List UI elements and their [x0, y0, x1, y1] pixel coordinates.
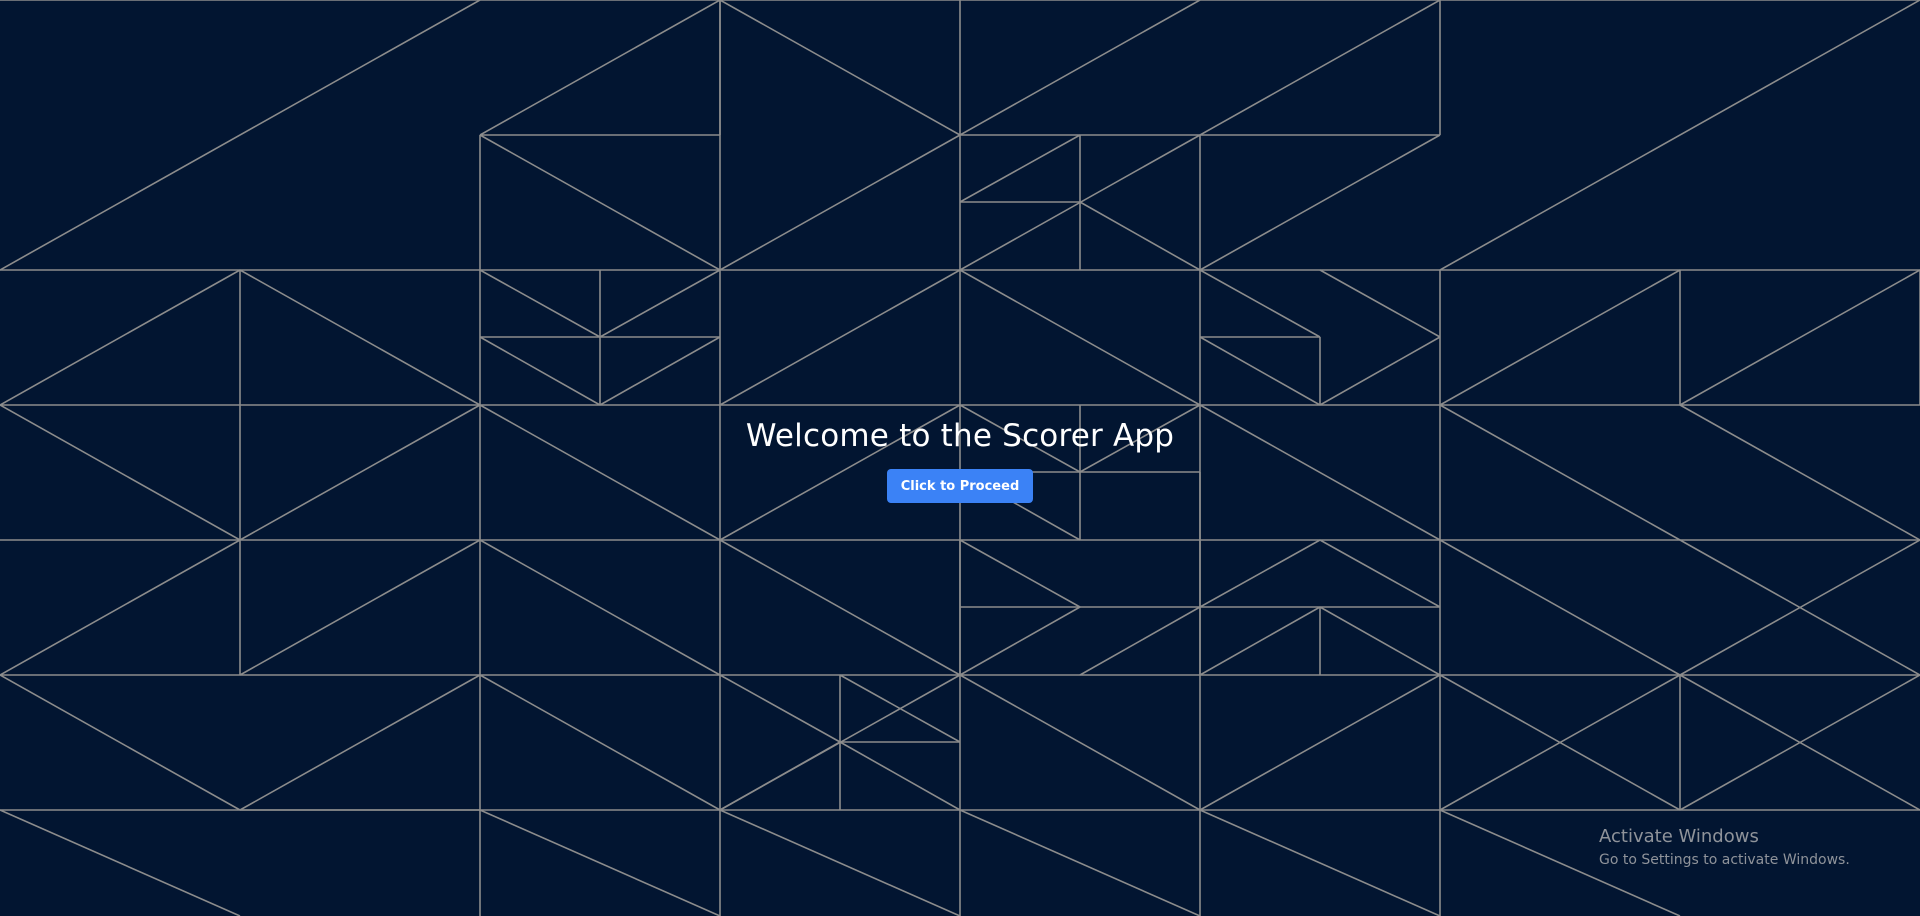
- pattern-line: [1199, 539, 1321, 608]
- pattern-line: [1319, 269, 1441, 338]
- pattern-line: [0, 0, 481, 271]
- pattern-line: [719, 539, 961, 676]
- pattern-line: [239, 539, 481, 676]
- pattern-line: [1199, 134, 1441, 271]
- pattern-line: [1679, 269, 1920, 406]
- pattern-line: [479, 0, 721, 136]
- activate-windows-watermark: Activate Windows Go to Settings to activ…: [1599, 826, 1850, 870]
- pattern-line: [1199, 0, 1441, 136]
- pattern-line: [959, 674, 1201, 811]
- pattern-line: [959, 539, 1081, 608]
- pattern-line: [479, 539, 721, 676]
- pattern-line: [0, 539, 241, 676]
- pattern-line: [1319, 606, 1441, 676]
- pattern-line: [1439, 0, 1920, 271]
- pattern-line: [719, 674, 841, 743]
- pattern-line: [1199, 269, 1321, 338]
- welcome-panel: Welcome to the Scorer App Click to Proce…: [0, 416, 1920, 503]
- pattern-line: [599, 336, 721, 406]
- pattern-line: [1439, 269, 1681, 406]
- pattern-line: [1079, 606, 1201, 676]
- pattern-line: [599, 269, 721, 338]
- pattern-line: [479, 809, 721, 916]
- pattern-line: [719, 809, 961, 916]
- pattern-line: [239, 674, 481, 811]
- pattern-line: [959, 606, 1081, 676]
- pattern-line: [959, 0, 1201, 136]
- welcome-title: Welcome to the Scorer App: [745, 418, 1175, 454]
- pattern-line: [479, 674, 721, 811]
- pattern-line: [239, 269, 481, 406]
- pattern-line: [959, 134, 1081, 203]
- pattern-line: [719, 741, 841, 811]
- pattern-line: [479, 269, 601, 338]
- pattern-line: [0, 269, 241, 406]
- pattern-line: [959, 269, 1201, 406]
- pattern-line: [719, 0, 961, 136]
- pattern-line: [0, 674, 241, 811]
- pattern-line: [1319, 336, 1441, 406]
- pattern-line: [719, 134, 961, 271]
- pattern-line: [1199, 674, 1441, 811]
- proceed-button[interactable]: Click to Proceed: [886, 469, 1034, 503]
- pattern-line: [839, 741, 961, 811]
- pattern-line: [1199, 809, 1441, 916]
- pattern-line: [1439, 539, 1681, 676]
- pattern-line: [959, 809, 1201, 916]
- pattern-line: [0, 809, 241, 916]
- watermark-title: Activate Windows: [1599, 826, 1759, 847]
- pattern-line: [719, 269, 961, 406]
- pattern-line: [1079, 201, 1201, 271]
- pattern-line: [479, 134, 721, 271]
- pattern-line: [1199, 336, 1321, 406]
- pattern-line: [1319, 539, 1441, 608]
- watermark-subtitle: Go to Settings to activate Windows.: [1599, 852, 1850, 868]
- pattern-line: [1199, 606, 1321, 676]
- pattern-line: [479, 336, 601, 406]
